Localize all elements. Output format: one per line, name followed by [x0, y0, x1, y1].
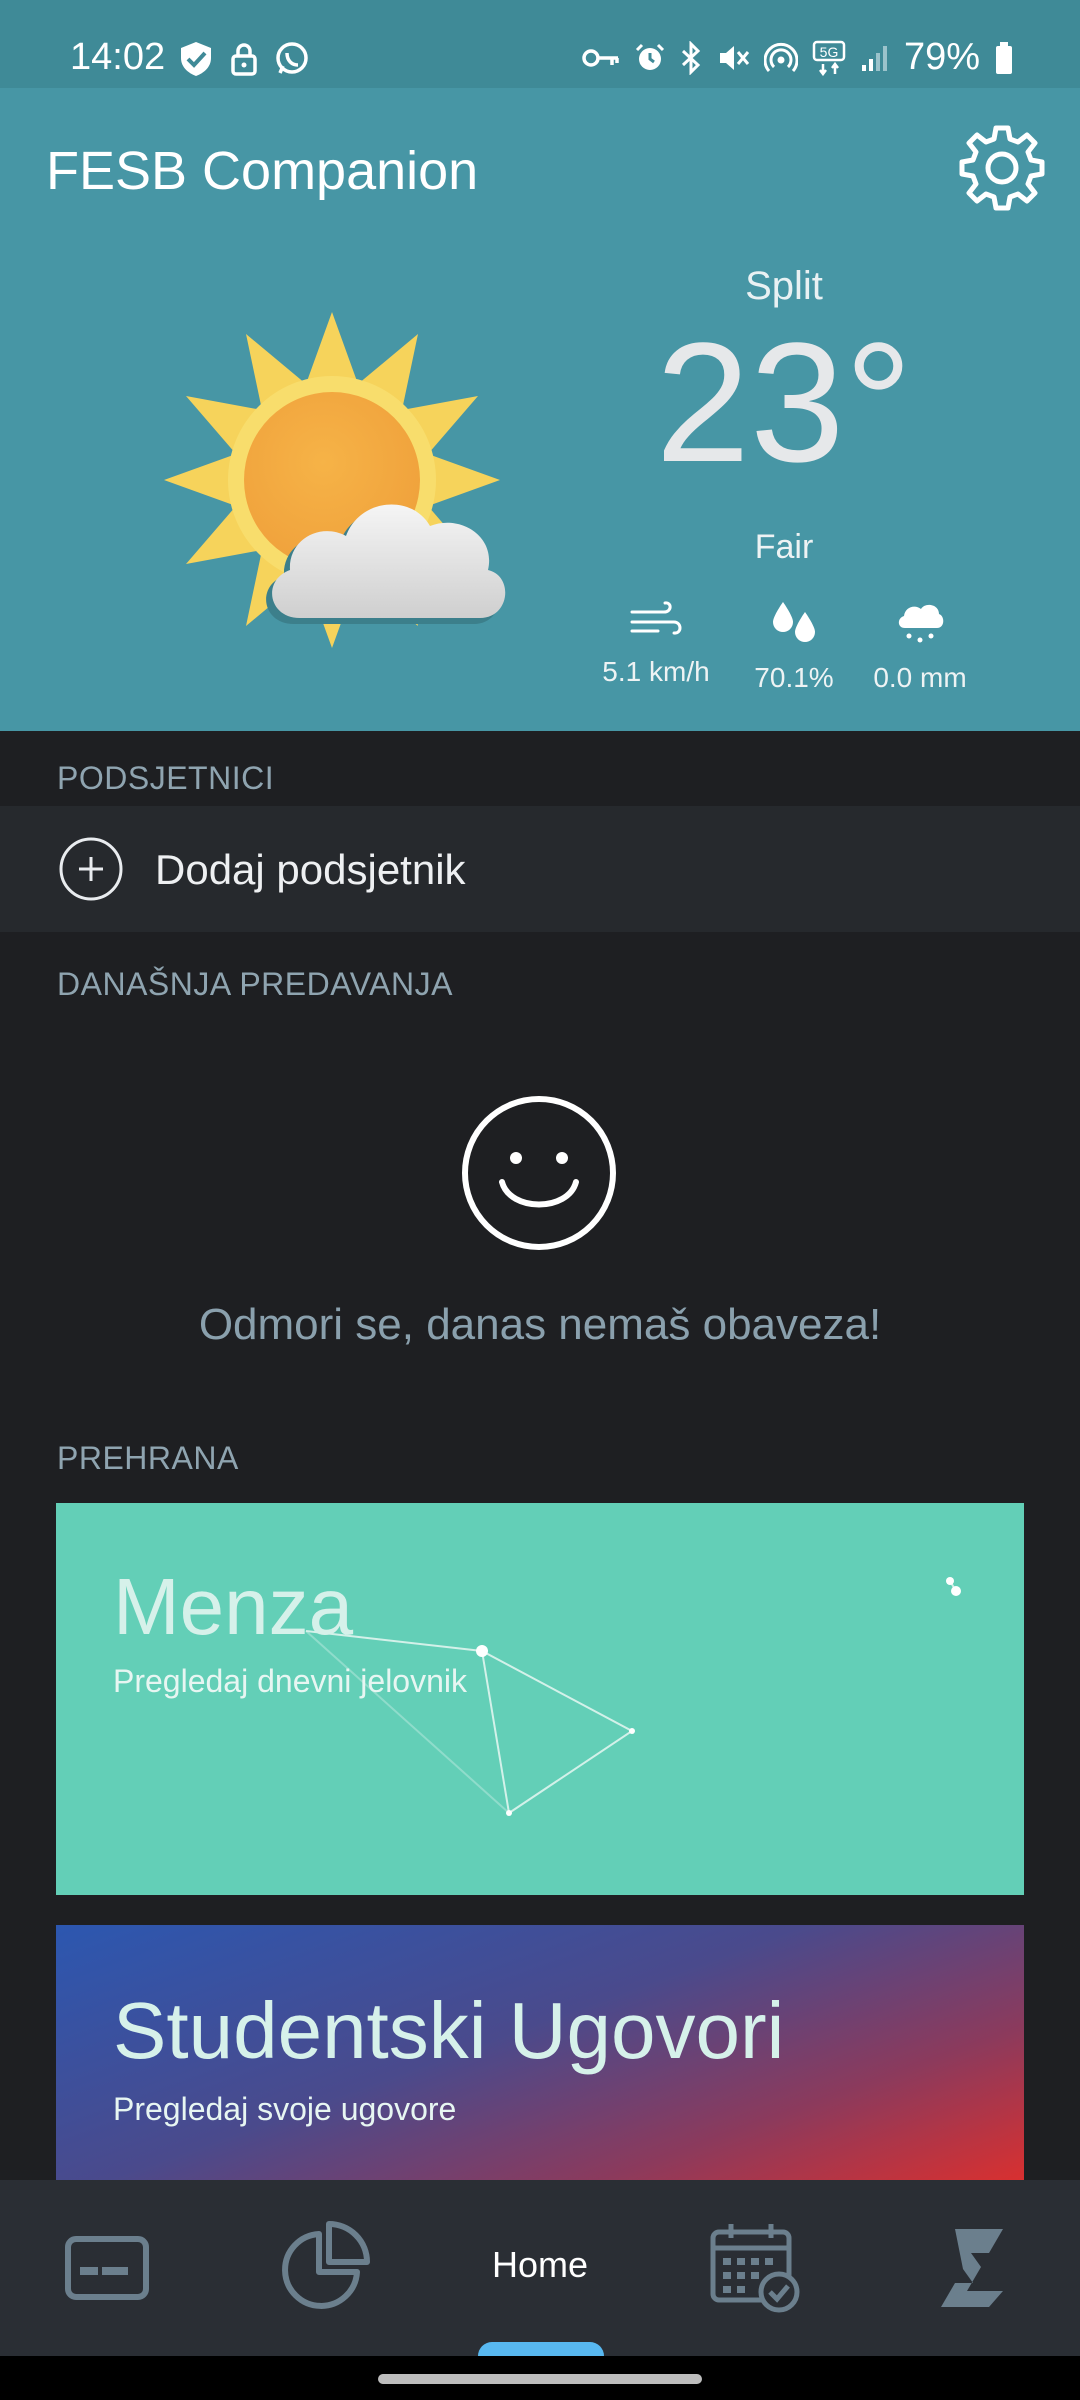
menza-card[interactable]: Menza Pregledaj dnevni jelovnik	[56, 1503, 1024, 1895]
wind-stat: 5.1 km/h	[576, 598, 736, 688]
calendar-check-icon	[710, 2224, 800, 2313]
partly-cloudy-icon	[164, 312, 506, 648]
weather-city: Split	[745, 264, 823, 308]
menza-card-title: Menza	[113, 1562, 354, 1651]
shield-check-icon	[181, 42, 211, 76]
network-5g-icon: 5G	[812, 40, 846, 76]
student-contracts-subtitle: Pregledaj svoje ugovore	[113, 2091, 457, 2127]
food-section-title: PREHRANA	[57, 1440, 239, 1476]
weather-header: FESB Companion Split 23° Fair 5.1 km/h 7…	[0, 88, 1080, 731]
add-reminder-label: Dodaj podsjetnik	[155, 846, 466, 893]
humidity-drops-icon	[773, 602, 815, 642]
settings-button[interactable]	[956, 122, 1048, 214]
nav-calendar[interactable]	[700, 2218, 810, 2318]
weather-condition: Fair	[754, 528, 814, 566]
pie-chart-icon	[282, 2221, 370, 2309]
nav-statistics[interactable]	[268, 2218, 378, 2318]
app-title: FESB Companion	[46, 141, 479, 201]
weather-temperature: 23°	[655, 308, 913, 498]
bluetooth-icon	[681, 40, 701, 75]
studomat-logo-icon	[941, 2229, 1003, 2307]
battery-icon	[996, 41, 1012, 74]
svg-text:5G: 5G	[820, 44, 839, 60]
nav-studomat[interactable]	[918, 2218, 1028, 2318]
signal-icon	[861, 45, 887, 71]
lectures-section-title: DANAŠNJA PREDAVANJA	[57, 966, 453, 1002]
wind-speed: 5.1 km/h	[602, 656, 710, 687]
status-system-icons: 5G 79%	[582, 36, 1014, 79]
student-contracts-title: Studentski Ugovori	[113, 1986, 785, 2075]
add-reminder-button[interactable]: Dodaj podsjetnik	[0, 806, 1080, 932]
precipitation-stat: 0.0 mm	[840, 598, 1000, 694]
lock-icon	[231, 43, 257, 76]
whatsapp-icon	[276, 42, 308, 74]
battery-percent: 79%	[903, 36, 980, 78]
status-time: 14:02	[70, 36, 166, 78]
alarm-icon	[635, 43, 664, 70]
key-icon	[582, 48, 619, 67]
gesture-handle[interactable]	[378, 2374, 702, 2384]
rain-cloud-icon	[898, 604, 944, 643]
hotspot-icon	[763, 42, 798, 72]
mute-icon	[719, 45, 750, 70]
precipitation-value: 0.0 mm	[873, 662, 967, 693]
nav-id-card[interactable]	[52, 2218, 162, 2318]
gear-icon	[959, 125, 1045, 211]
reminders-section-title: PODSJETNICI	[57, 760, 275, 796]
no-lectures-message: Odmori se, danas nemaš obaveza!	[198, 1300, 882, 1349]
menza-card-subtitle: Pregledaj dnevni jelovnik	[113, 1663, 467, 1699]
smiley-icon	[462, 1096, 616, 1250]
student-contracts-card[interactable]: Studentski Ugovori Pregledaj svoje ugovo…	[56, 1925, 1024, 2180]
wind-icon	[630, 601, 682, 635]
add-circle-icon	[59, 837, 123, 901]
status-notification-icons	[178, 40, 310, 78]
status-bar: 14:02 5G 79%	[0, 0, 1080, 88]
nav-home[interactable]: Home	[440, 2244, 640, 2286]
id-card-icon	[65, 2236, 149, 2300]
